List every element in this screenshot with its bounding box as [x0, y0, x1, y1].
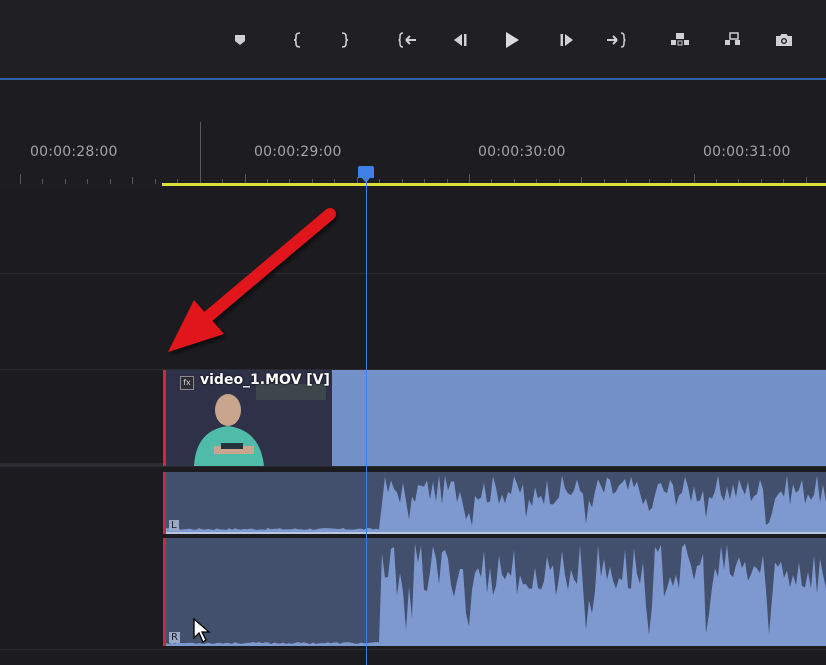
timeline-panel: 00:00:28:00 00:00:29:00 00:00:30:00 00:0…	[0, 0, 826, 665]
lift-icon	[670, 32, 690, 48]
playhead-line[interactable]	[366, 180, 367, 665]
fx-badge: fx	[180, 376, 194, 390]
timecode-31: 00:00:31:00	[703, 144, 791, 160]
time-ruler[interactable]: 00:00:28:00 00:00:29:00 00:00:30:00 00:0…	[0, 80, 826, 188]
add-marker-button[interactable]	[228, 28, 252, 52]
ruler-marker-line	[200, 122, 201, 180]
ruler-tick	[20, 174, 21, 184]
step-forward-button[interactable]	[555, 28, 579, 52]
transport-toolbar	[0, 0, 826, 80]
step-back-icon	[452, 33, 468, 47]
video-track-3	[0, 188, 826, 274]
extract-button[interactable]	[722, 28, 746, 52]
step-forward-icon	[559, 33, 575, 47]
video-track-2	[0, 274, 826, 370]
audio-clip-right-channel[interactable]: R	[163, 538, 826, 646]
mark-out-icon	[339, 32, 349, 48]
go-to-out-icon	[606, 32, 626, 48]
play-button[interactable]	[500, 28, 524, 52]
mouse-cursor-icon	[193, 618, 211, 643]
clip-title: video_1.MOV [V]	[200, 372, 330, 388]
playhead-handle[interactable]	[358, 166, 374, 183]
work-area-bar[interactable]	[162, 183, 826, 186]
video-clip[interactable]: fx video_1.MOV [V]	[163, 370, 826, 466]
timecode-29: 00:00:29:00	[254, 144, 342, 160]
timecode-30: 00:00:30:00	[478, 144, 566, 160]
extract-icon	[724, 32, 744, 48]
camera-icon	[775, 33, 793, 47]
timecode-28: 00:00:28:00	[30, 144, 118, 160]
waveform-right	[166, 543, 826, 646]
go-to-in-button[interactable]	[396, 28, 420, 52]
ruler-tick	[42, 179, 44, 184]
ruler-tick	[87, 179, 89, 184]
channel-label-right: R	[169, 632, 180, 643]
play-icon	[504, 31, 520, 49]
mark-in-button[interactable]	[286, 28, 310, 52]
ruler-tick	[154, 179, 156, 184]
red-arrow-annotation	[168, 208, 336, 352]
ruler-tick	[64, 179, 66, 184]
marker-icon	[234, 34, 246, 46]
ruler-tick	[109, 179, 111, 184]
mark-out-button[interactable]	[332, 28, 356, 52]
audio-clip-left-channel[interactable]: L	[163, 472, 826, 534]
go-to-in-icon	[398, 32, 418, 48]
go-to-out-button[interactable]	[604, 28, 628, 52]
channel-label-left: L	[169, 520, 179, 531]
step-back-button[interactable]	[448, 28, 472, 52]
waveform-left	[166, 475, 826, 534]
export-frame-button[interactable]	[772, 28, 796, 52]
ruler-tick	[132, 177, 134, 184]
mark-in-icon	[293, 32, 303, 48]
lift-button[interactable]	[668, 28, 692, 52]
